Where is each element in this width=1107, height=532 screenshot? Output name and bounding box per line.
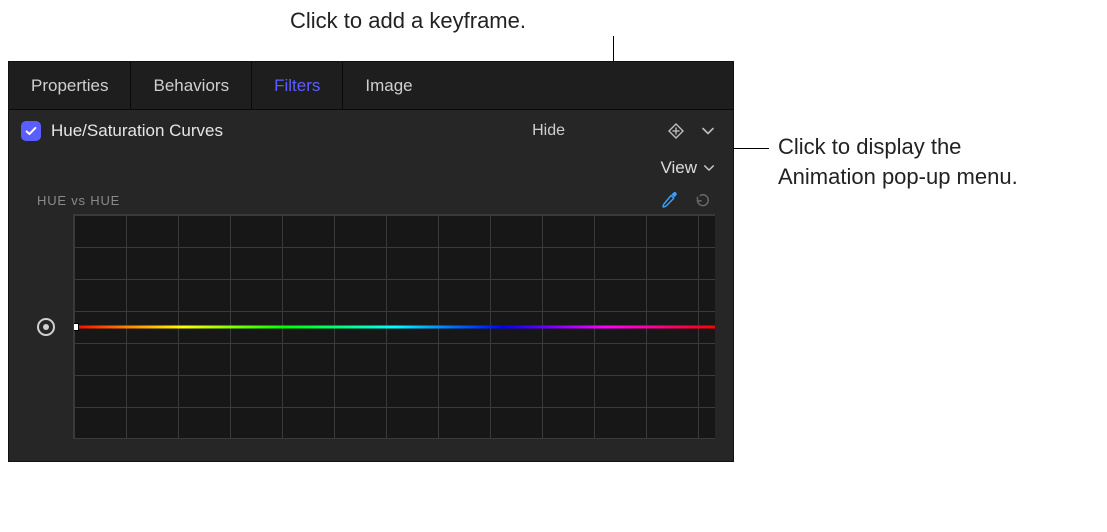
tab-properties[interactable]: Properties: [9, 62, 131, 109]
reset-curve-button[interactable]: [693, 191, 711, 209]
chevron-down-icon: [703, 162, 715, 174]
tab-filters[interactable]: Filters: [252, 62, 343, 109]
hide-button-label: Hide: [532, 122, 565, 139]
tab-label: Filters: [274, 76, 320, 96]
curve-area: [37, 214, 715, 439]
eyedropper-button[interactable]: [659, 190, 679, 210]
curve-header-row: HUE vs HUE: [37, 190, 715, 210]
view-row: View: [9, 152, 733, 186]
tab-image[interactable]: Image: [343, 62, 434, 109]
inspector-body: Hue/Saturation Curves Hide View: [9, 110, 733, 461]
filter-enabled-checkbox[interactable]: [21, 121, 41, 141]
reset-arrow-icon: [693, 191, 711, 209]
animation-menu-button[interactable]: [697, 120, 719, 142]
curve-start-handle[interactable]: [73, 323, 79, 331]
view-popup-label: View: [660, 158, 697, 177]
hue-curve-grid[interactable]: [73, 214, 715, 439]
curve-label: HUE vs HUE: [37, 193, 120, 208]
curve-control-point[interactable]: [37, 318, 55, 336]
tab-label: Behaviors: [153, 76, 229, 96]
inspector-panel: Properties Behaviors Filters Image Hue/S…: [8, 61, 734, 462]
hide-button[interactable]: Hide: [532, 122, 565, 140]
add-keyframe-button[interactable]: [665, 120, 687, 142]
hue-gradient-line: [74, 325, 715, 328]
filter-header-row: Hue/Saturation Curves Hide: [9, 110, 733, 152]
curve-section: HUE vs HUE: [9, 186, 733, 461]
tab-label: Properties: [31, 76, 108, 96]
tab-behaviors[interactable]: Behaviors: [131, 62, 252, 109]
eyedropper-icon: [659, 190, 679, 210]
curve-tools: [659, 190, 715, 210]
chevron-down-icon: [701, 124, 715, 138]
checkmark-icon: [24, 124, 38, 138]
keyframe-diamond-icon: [666, 121, 686, 141]
annotation-keyframe-label: Click to add a keyframe.: [290, 6, 526, 36]
annotation-anim-menu-label: Click to display the Animation pop-up me…: [778, 132, 1018, 191]
tab-label: Image: [365, 76, 412, 96]
inspector-tabbar: Properties Behaviors Filters Image: [9, 62, 733, 110]
filter-title: Hue/Saturation Curves: [51, 121, 223, 141]
view-popup[interactable]: View: [660, 158, 697, 178]
